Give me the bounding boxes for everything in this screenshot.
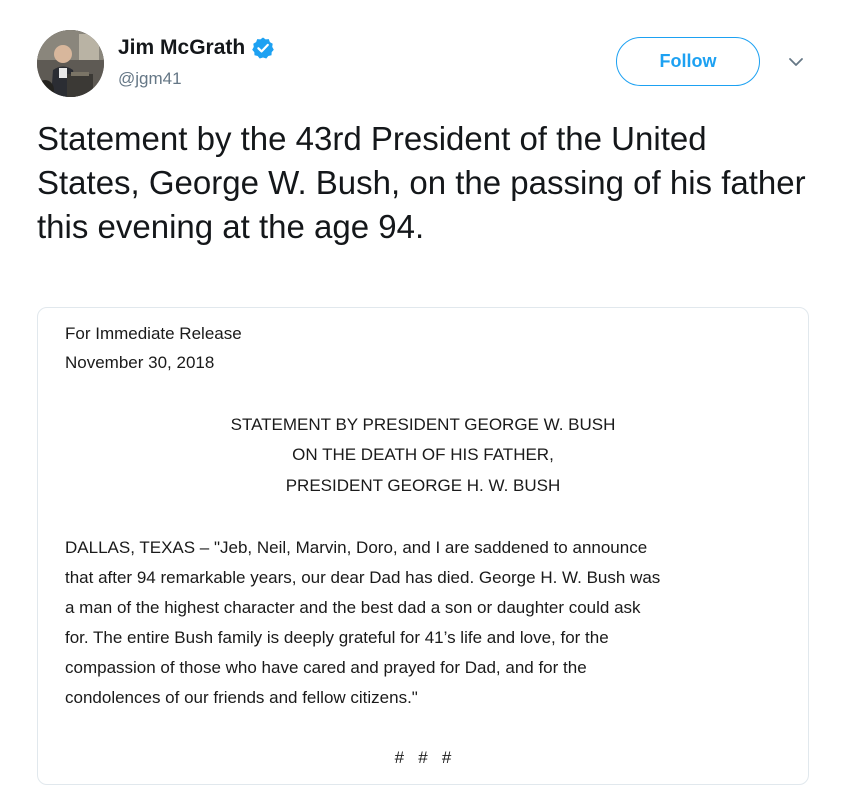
statement-body-line: for. The entire Bush family is deeply gr… — [65, 628, 609, 647]
release-label: For Immediate Release — [65, 324, 242, 343]
statement-heading-line: ON THE DEATH OF HIS FATHER, — [292, 445, 554, 464]
verified-badge-icon — [251, 36, 275, 60]
avatar[interactable] — [37, 30, 104, 97]
tweet: Jim McGrath @jgm41 Follow Statement by t… — [0, 0, 845, 800]
follow-button[interactable]: Follow — [616, 37, 760, 86]
statement-body-line: DALLAS, TEXAS – "Jeb, Neil, Marvin, Doro… — [65, 538, 648, 557]
release-date: November 30, 2018 — [65, 353, 215, 372]
media-card[interactable]: For Immediate Release November 30, 2018 … — [37, 307, 809, 785]
author-name-row[interactable]: Jim McGrath — [118, 35, 275, 61]
statement-heading-line: STATEMENT BY PRESIDENT GEORGE W. BUSH — [230, 415, 616, 434]
statement-body-line: compassion of those who have cared and p… — [65, 658, 587, 677]
chevron-down-icon[interactable] — [786, 55, 806, 69]
statement-heading-line: PRESIDENT GEORGE H. W. BUSH — [285, 476, 561, 495]
statement-body-line: condolences of our friends and fellow ci… — [65, 688, 418, 707]
display-name[interactable]: Jim McGrath — [118, 36, 245, 60]
tweet-text: Statement by the 43rd President of the U… — [37, 120, 806, 245]
statement-body-line: a man of the highest character and the b… — [65, 598, 641, 617]
avatar-photo-icon — [37, 30, 104, 97]
author-handle[interactable]: @jgm41 — [118, 69, 182, 89]
end-marks: # # # — [394, 748, 452, 767]
statement-body-line: that after 94 remarkable years, our dear… — [65, 568, 661, 587]
